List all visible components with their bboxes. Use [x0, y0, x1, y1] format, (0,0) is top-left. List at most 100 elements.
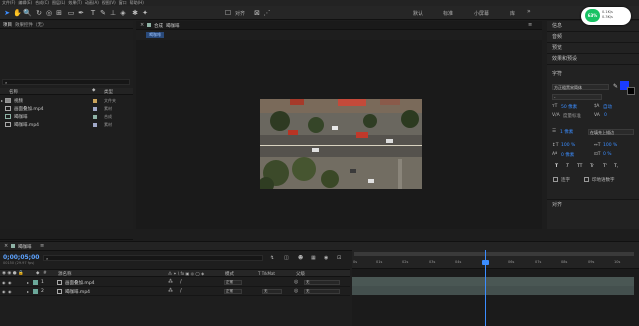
- stamp-tool-icon[interactable]: ⊥: [109, 9, 117, 17]
- timeline-tab-label[interactable]: 喝咖啡: [18, 244, 32, 250]
- playhead-handle[interactable]: [482, 260, 489, 265]
- type-tool-icon[interactable]: T: [89, 9, 97, 17]
- hand-tool-icon[interactable]: ✋: [13, 9, 22, 17]
- col-mode[interactable]: 模式: [225, 271, 234, 277]
- label-color[interactable]: [93, 99, 97, 103]
- puppet-tool-icon[interactable]: ✦: [141, 9, 149, 17]
- col-type[interactable]: 类型: [104, 89, 113, 95]
- layer-row[interactable]: ◉ ◉ ▸ 1 画面叠加.mp4 ⁂ / 正常 ◎ 无: [0, 278, 350, 287]
- audio-icon[interactable]: ◉: [8, 280, 12, 285]
- visibility-eye-icon[interactable]: ◉: [2, 289, 6, 294]
- kerning-value[interactable]: 度量标准: [563, 113, 581, 119]
- expand-arrow-icon[interactable]: ▸: [1, 98, 3, 103]
- layer-duration-bar[interactable]: [352, 277, 634, 286]
- stroke-width-value[interactable]: 1 像素: [560, 129, 573, 135]
- zoom-tool-icon[interactable]: 🔍: [23, 9, 32, 17]
- eraser-tool-icon[interactable]: ◈: [119, 9, 127, 17]
- comp-mini-flowchart-icon[interactable]: ↯: [270, 255, 274, 261]
- label-color[interactable]: [93, 107, 97, 111]
- project-item[interactable]: ▸ 视频 文件夹: [0, 97, 133, 105]
- parent-pickwhip-icon[interactable]: ◎: [294, 279, 298, 285]
- pen-tool-icon[interactable]: ✒: [77, 9, 85, 17]
- frame-blending-icon[interactable]: ▦: [311, 255, 316, 261]
- composition-viewer-footage[interactable]: [260, 99, 422, 189]
- comp-tab-label[interactable]: 合成: [154, 23, 163, 29]
- close-icon[interactable]: ×: [140, 22, 144, 28]
- faux-bold-button[interactable]: T: [555, 164, 558, 169]
- timeline-track-area[interactable]: 0s 01s 02s 03s 04s 05s 06s 07s 08s 09s 1…: [352, 250, 639, 326]
- effects-presets-header[interactable]: 效果和预设: [547, 54, 639, 65]
- align-panel-header[interactable]: 对齐: [547, 199, 639, 210]
- font-size-value[interactable]: 50 像素: [561, 104, 577, 110]
- workspace-standard[interactable]: 标准: [443, 10, 453, 17]
- layer-label-color[interactable]: [33, 289, 38, 294]
- graph-editor-icon[interactable]: ⊡: [337, 255, 341, 261]
- font-style-select[interactable]: -: [552, 94, 602, 100]
- layer-name[interactable]: 喝咖啡.mp4: [65, 289, 90, 295]
- snap-options-icon[interactable]: ⊠: [253, 9, 261, 17]
- horizontal-scale-value[interactable]: 100 %: [603, 143, 617, 148]
- tab-project[interactable]: 项目: [3, 22, 12, 28]
- parent-pickwhip-icon[interactable]: ◎: [294, 288, 298, 294]
- eyedropper-icon[interactable]: ✎: [613, 83, 618, 90]
- shy-layers-icon[interactable]: ☻: [298, 255, 303, 261]
- visibility-eye-icon[interactable]: ◉: [2, 280, 6, 285]
- pan-behind-tool-icon[interactable]: ⊞: [55, 9, 63, 17]
- project-item[interactable]: 喝咖啡 合成: [0, 113, 133, 121]
- font-family-select[interactable]: 方正粗黑宋简体: [552, 84, 609, 90]
- quality-switch-icon[interactable]: /: [180, 279, 182, 285]
- col-trkmat[interactable]: T TrkMat: [258, 271, 275, 276]
- draft-3d-icon[interactable]: ◫: [284, 255, 289, 261]
- snap-checkbox-icon[interactable]: ☐: [224, 9, 232, 17]
- col-parent[interactable]: 父级: [296, 271, 305, 277]
- time-ruler[interactable]: 0s 01s 02s 03s 04s 05s 06s 07s 08s 09s 1…: [352, 250, 639, 269]
- roto-brush-tool-icon[interactable]: ✱: [131, 9, 139, 17]
- shy-switch-icon[interactable]: ⁂: [168, 279, 173, 285]
- motion-blur-icon[interactable]: ◉: [324, 255, 328, 261]
- baseline-shift-value[interactable]: 0 像素: [561, 152, 574, 158]
- comp-tab-name[interactable]: 喝咖啡: [166, 23, 180, 29]
- camera-tool-icon[interactable]: ◎: [45, 9, 53, 17]
- superscript-button[interactable]: T': [603, 164, 607, 169]
- audio-panel-header[interactable]: 音频: [547, 32, 639, 43]
- ligature-checkbox[interactable]: [553, 177, 558, 182]
- preview-panel-header[interactable]: 预览: [547, 43, 639, 54]
- label-color[interactable]: [93, 115, 97, 119]
- panel-menu-icon[interactable]: ≡: [40, 243, 44, 249]
- tab-effect-controls[interactable]: 效果控件（无）: [15, 22, 47, 28]
- audio-icon[interactable]: ◉: [8, 289, 12, 294]
- tracking-value[interactable]: 0: [604, 113, 607, 118]
- layer-parent-select[interactable]: 无: [304, 289, 340, 294]
- layer-mode-select[interactable]: 正常: [224, 280, 242, 285]
- workspace-small-screen[interactable]: 小屏幕: [474, 10, 489, 17]
- layer-duration-bar[interactable]: [352, 286, 634, 295]
- snap-mode-icon[interactable]: ⋰: [263, 9, 271, 17]
- layer-trkmat-select[interactable]: 无: [262, 289, 282, 294]
- brush-tool-icon[interactable]: ✎: [99, 9, 107, 17]
- vertical-scale-value[interactable]: 100 %: [561, 143, 575, 148]
- workspace-libraries[interactable]: 库: [510, 10, 515, 17]
- layer-parent-select[interactable]: 无: [304, 280, 340, 285]
- quality-switch-icon[interactable]: /: [180, 288, 182, 294]
- character-panel-header[interactable]: 字符: [547, 69, 639, 80]
- expand-arrow-icon[interactable]: ▸: [27, 280, 29, 285]
- layer-row[interactable]: ◉ ◉ ▸ 2 喝咖啡.mp4 ⁂ / 正常 无 ◎ 无: [0, 287, 350, 296]
- workspace-default[interactable]: 默认: [413, 10, 423, 17]
- col-name[interactable]: 名称: [9, 89, 18, 95]
- rotate-tool-icon[interactable]: ↻: [35, 9, 43, 17]
- project-search-input[interactable]: ⌕: [2, 79, 130, 85]
- current-timecode[interactable]: 0;00;05;00: [3, 254, 39, 261]
- stroke-mode-select[interactable]: 在填充上描边: [588, 129, 634, 135]
- tsume-value[interactable]: 0 %: [603, 152, 612, 157]
- expand-arrow-icon[interactable]: ▸: [27, 289, 29, 294]
- layer-mode-select[interactable]: 正常: [224, 289, 242, 294]
- selection-tool-icon[interactable]: ➤: [3, 9, 11, 17]
- leading-value[interactable]: 自动: [603, 104, 612, 110]
- stroke-color-swatch[interactable]: [627, 87, 635, 95]
- layer-search-input[interactable]: ⌕: [43, 255, 263, 261]
- hindi-digits-checkbox[interactable]: [584, 177, 589, 182]
- layer-name[interactable]: 画面叠加.mp4: [65, 280, 95, 286]
- label-color[interactable]: [93, 123, 97, 127]
- work-area-bar[interactable]: [354, 252, 634, 256]
- all-caps-button[interactable]: TT: [577, 164, 582, 169]
